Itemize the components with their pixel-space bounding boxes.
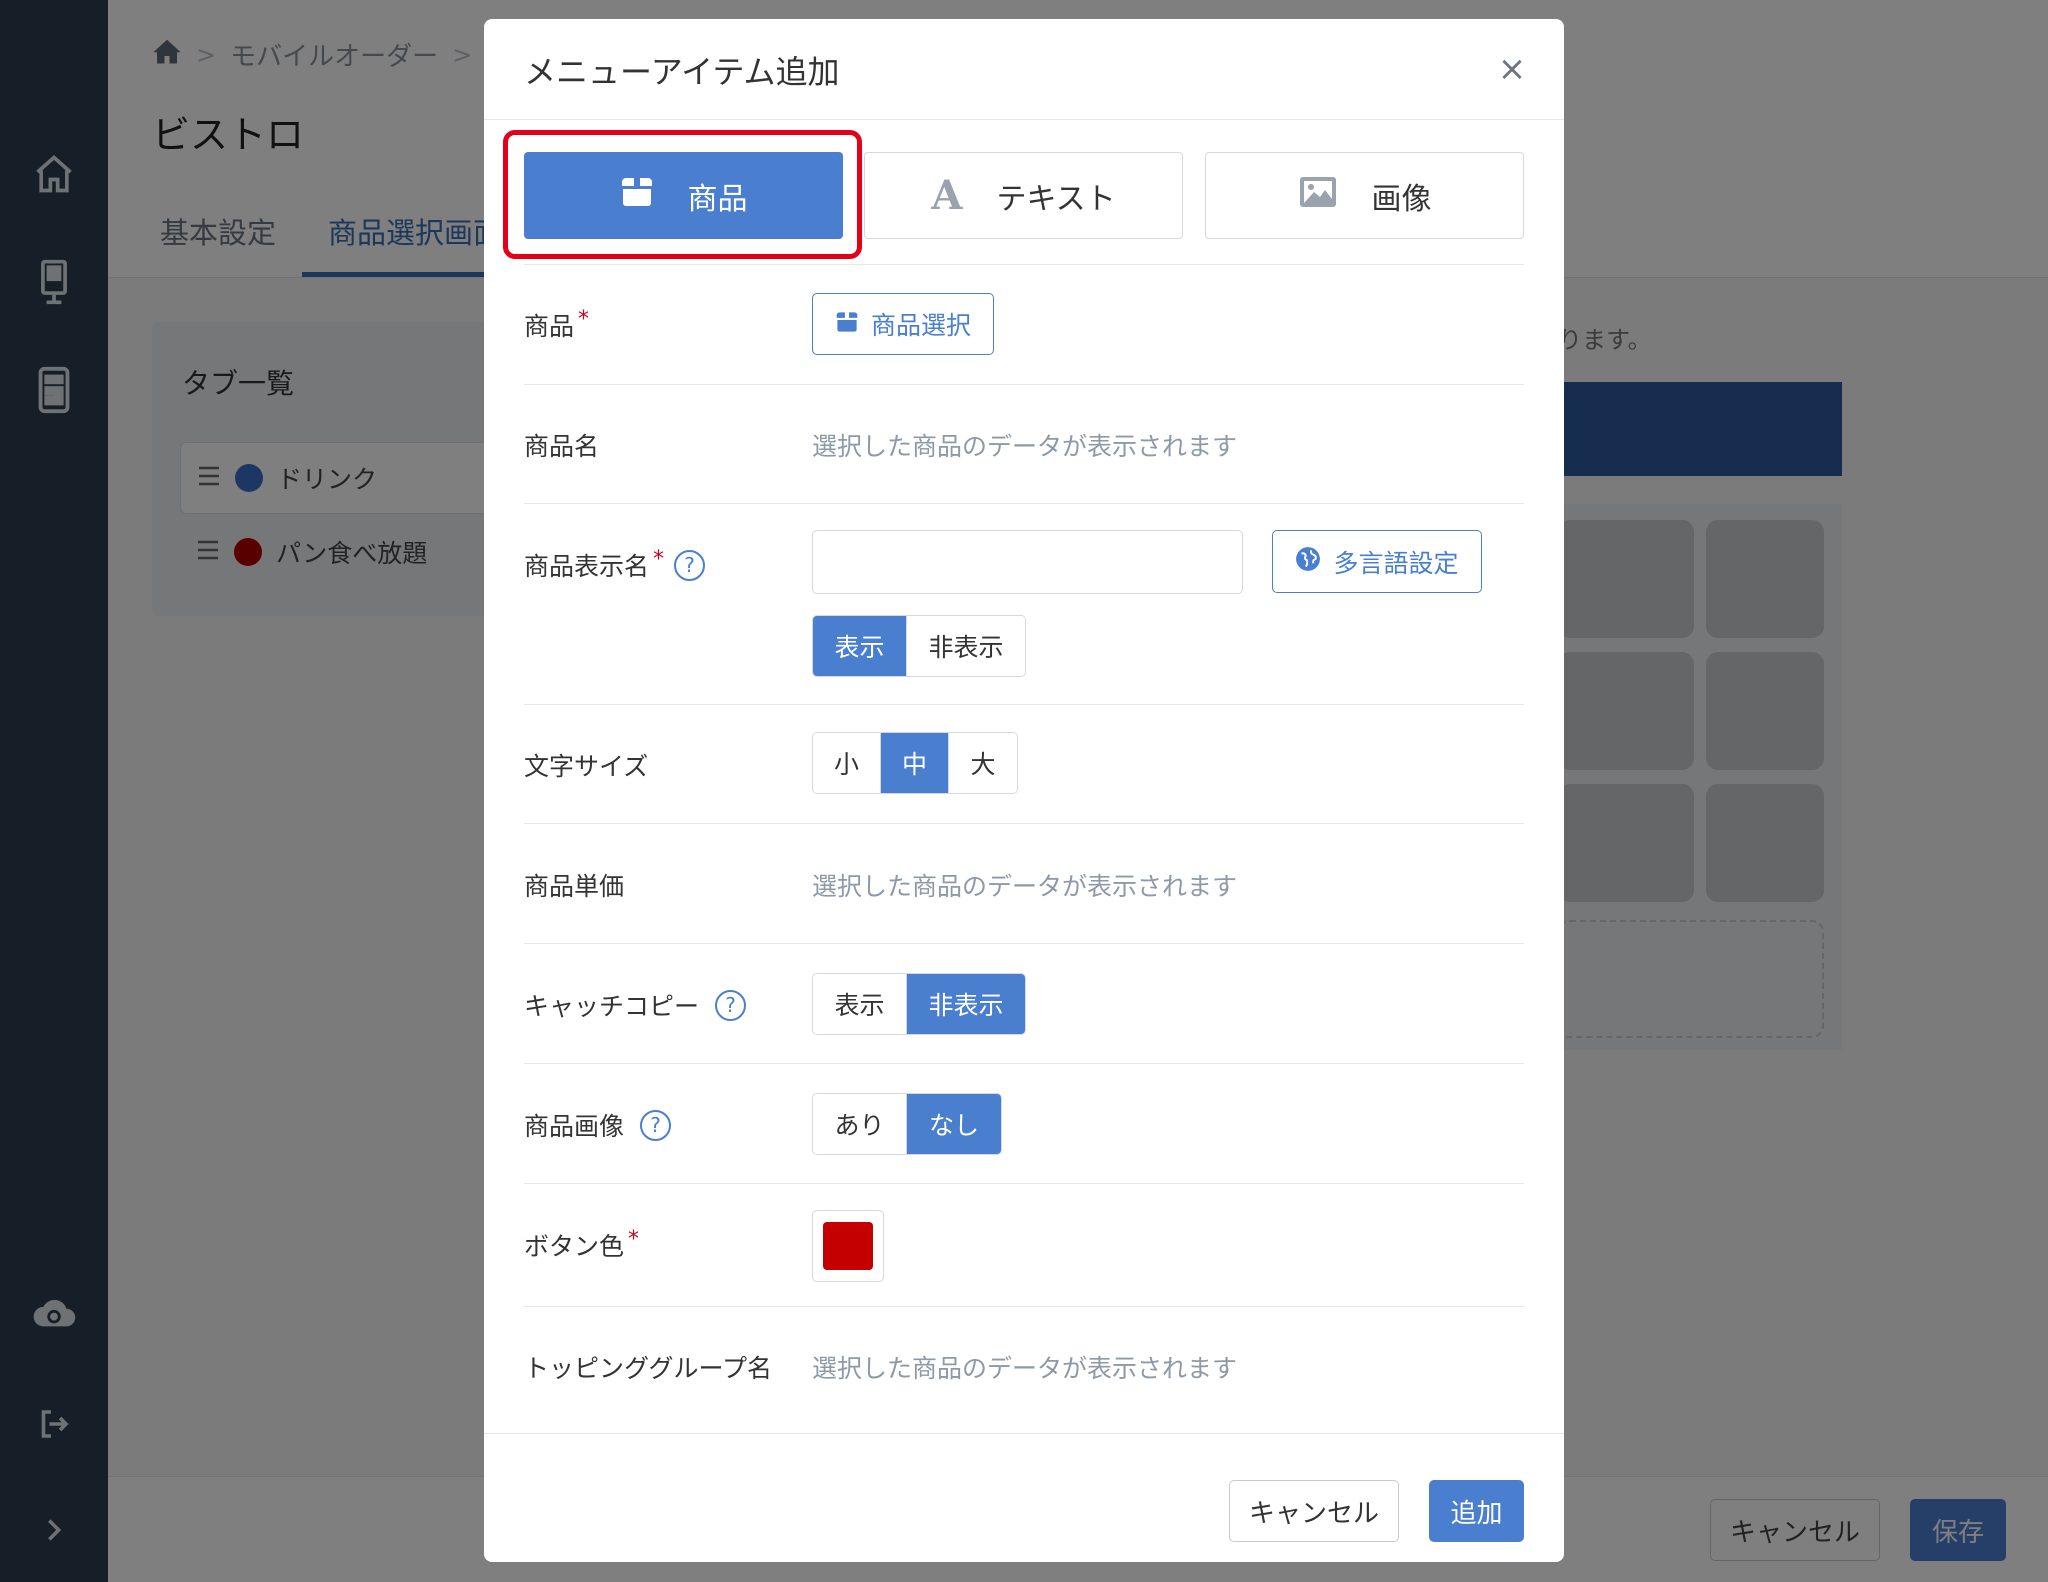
divider — [524, 704, 1524, 705]
product-name-placeholder: 選択した商品のデータが表示されます — [812, 432, 1238, 461]
display-name-visibility-toggle: 表示 非表示 — [812, 615, 1026, 677]
type-image-label: 画像 — [1371, 181, 1432, 217]
type-product-button[interactable]: 商品 — [524, 152, 843, 239]
add-menu-item-dialog: メニューアイテム追加 × 商品 A テキスト 画像 商品 * 商品選択 商品名 選… — [484, 19, 1564, 1562]
button-color-label-text: ボタン色 — [524, 1232, 625, 1261]
topping-group-placeholder: 選択した商品のデータが表示されます — [812, 1354, 1238, 1383]
required-mark: * — [653, 547, 665, 572]
image-icon — [1298, 175, 1338, 217]
type-text-label: テキスト — [996, 181, 1116, 217]
font-size-label: 文字サイズ — [524, 752, 649, 781]
product-image-label-text: 商品画像 — [524, 1112, 625, 1141]
divider — [524, 384, 1524, 385]
modal-header: メニューアイテム追加 × — [484, 19, 1564, 120]
help-icon[interactable]: ? — [715, 989, 747, 1021]
font-size-small-option[interactable]: 小 — [813, 733, 881, 793]
display-name-input[interactable] — [812, 530, 1243, 594]
box-icon — [620, 176, 654, 216]
divider — [524, 1183, 1524, 1184]
display-name-label-text: 商品表示名 — [524, 552, 650, 581]
help-icon[interactable]: ? — [640, 1109, 672, 1141]
hide-option[interactable]: 非表示 — [907, 616, 1025, 676]
image-no-option[interactable]: なし — [907, 1094, 1001, 1154]
button-color-label: ボタン色 * — [524, 1227, 639, 1263]
product-label: 商品 * — [524, 307, 589, 343]
display-name-label: 商品表示名 *? — [524, 547, 706, 583]
image-yes-option[interactable]: あり — [813, 1094, 907, 1154]
globe-icon — [1295, 546, 1321, 578]
type-image-button[interactable]: 画像 — [1205, 152, 1524, 239]
product-label-text: 商品 — [524, 312, 575, 341]
type-product-label: 商品 — [687, 181, 748, 217]
divider — [524, 823, 1524, 824]
product-image-toggle: あり なし — [812, 1093, 1002, 1155]
show-option[interactable]: 表示 — [813, 974, 907, 1034]
color-swatch — [823, 1222, 873, 1270]
box-icon — [835, 310, 859, 339]
catch-copy-label: キャッチコピー? — [524, 987, 747, 1023]
required-mark: * — [578, 307, 590, 332]
catch-copy-label-text: キャッチコピー — [524, 992, 700, 1021]
button-color-picker[interactable] — [812, 1210, 884, 1282]
product-name-label: 商品名 — [524, 432, 600, 461]
divider — [524, 1306, 1524, 1307]
text-a-icon: A — [931, 172, 963, 219]
close-icon[interactable]: × — [1490, 47, 1534, 91]
select-product-label: 商品選択 — [870, 311, 971, 340]
select-product-button[interactable]: 商品選択 — [812, 293, 994, 355]
multilang-settings-button[interactable]: 多言語設定 — [1272, 530, 1482, 593]
unit-price-label: 商品単価 — [524, 872, 625, 901]
required-mark: * — [628, 1227, 640, 1252]
multilang-settings-label: 多言語設定 — [1333, 548, 1459, 578]
divider — [524, 1063, 1524, 1064]
divider — [524, 943, 1524, 944]
cancel-button[interactable]: キャンセル — [1229, 1480, 1399, 1542]
font-size-toggle: 小 中 大 — [812, 732, 1018, 794]
type-text-button[interactable]: A テキスト — [864, 152, 1183, 239]
divider — [524, 503, 1524, 504]
modal-title: メニューアイテム追加 — [524, 53, 840, 91]
show-option[interactable]: 表示 — [813, 616, 907, 676]
catch-copy-toggle: 表示 非表示 — [812, 973, 1026, 1035]
font-size-medium-option[interactable]: 中 — [881, 733, 949, 793]
add-button[interactable]: 追加 — [1429, 1480, 1524, 1542]
topping-group-label: トッピンググループ名 — [524, 1354, 773, 1383]
help-icon[interactable]: ? — [674, 549, 706, 581]
divider — [524, 264, 1524, 265]
hide-option[interactable]: 非表示 — [907, 974, 1025, 1034]
unit-price-placeholder: 選択した商品のデータが表示されます — [812, 872, 1238, 901]
font-size-large-option[interactable]: 大 — [949, 733, 1017, 793]
product-image-label: 商品画像? — [524, 1107, 672, 1143]
modal-footer: キャンセル 追加 — [484, 1433, 1564, 1562]
